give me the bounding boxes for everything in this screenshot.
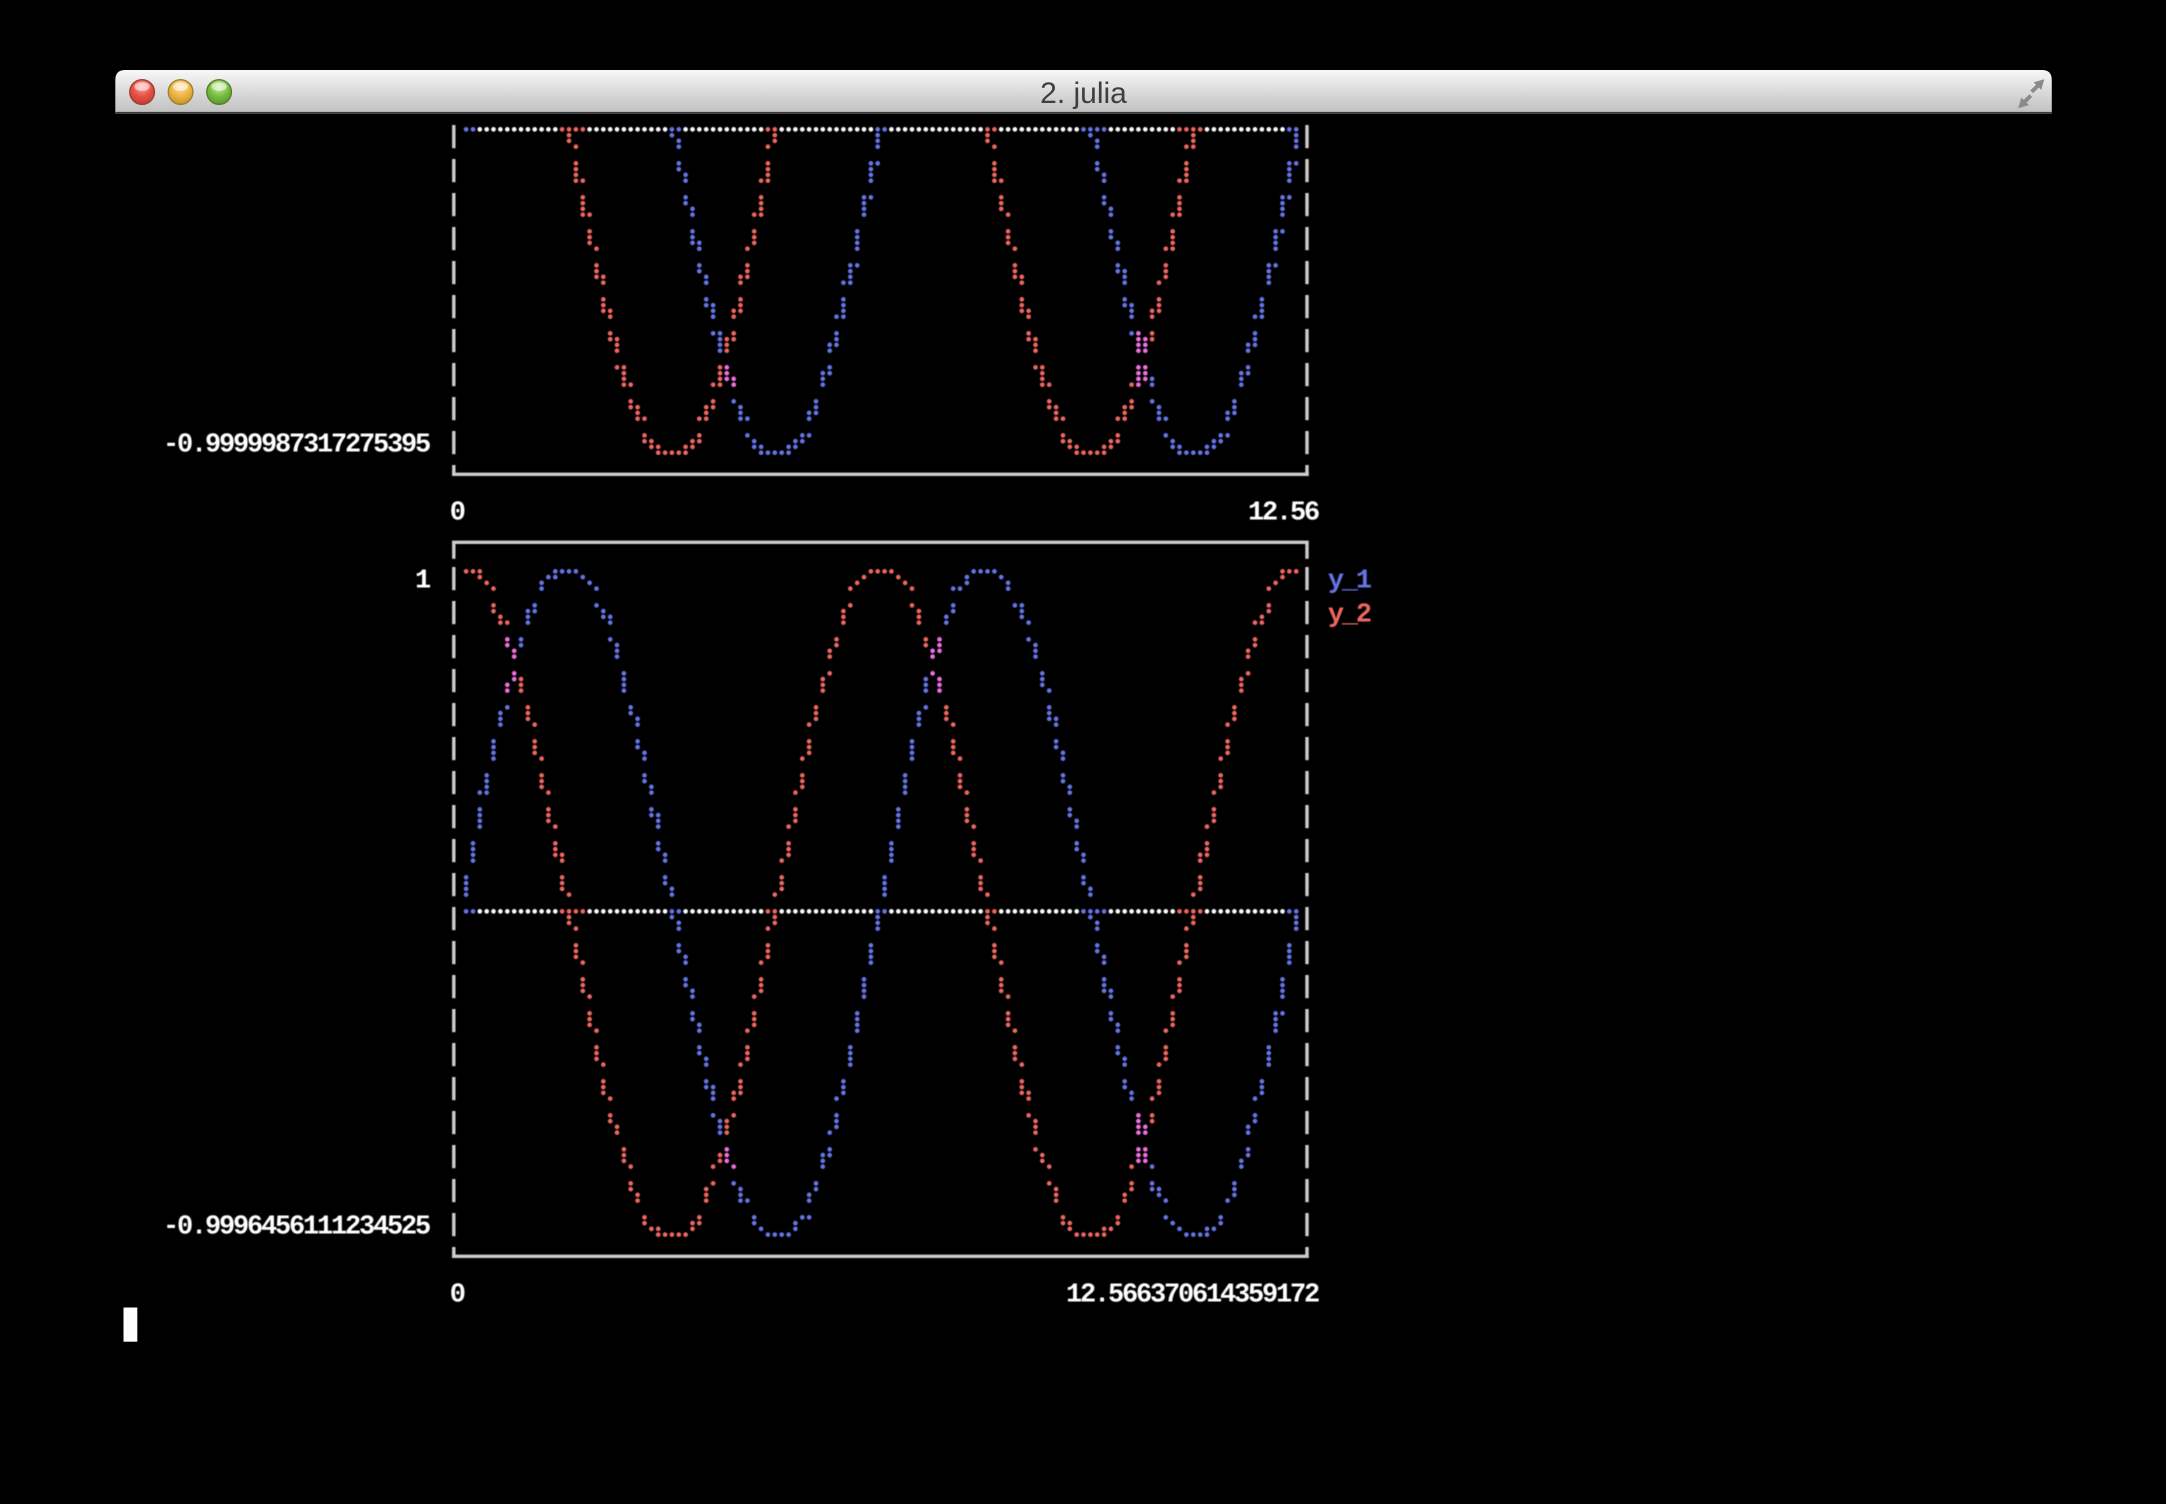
svg-text:0: 0 xyxy=(450,1280,465,1310)
svg-text:y_2: y_2 xyxy=(1328,600,1371,630)
svg-text:12.56: 12.56 xyxy=(1248,498,1319,528)
svg-text:0: 0 xyxy=(450,498,465,528)
svg-text:y_1: y_1 xyxy=(1328,566,1372,596)
svg-text:-0.9996456111234525: -0.9996456111234525 xyxy=(163,1212,430,1242)
svg-text:12.566370614359172: 12.566370614359172 xyxy=(1066,1280,1319,1310)
svg-text:2. julia: 2. julia xyxy=(1040,77,1127,110)
svg-text:1: 1 xyxy=(415,566,431,596)
svg-text:-0.9999987317275395: -0.9999987317275395 xyxy=(163,430,430,460)
